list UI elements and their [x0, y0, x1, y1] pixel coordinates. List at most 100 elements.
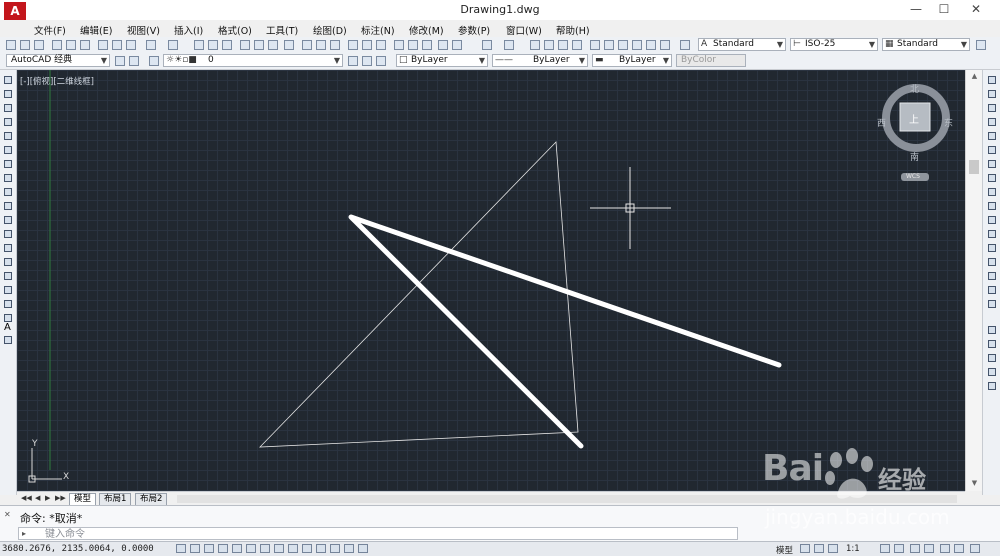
isolate-objects-icon[interactable]: [954, 544, 964, 553]
arc-icon[interactable]: [4, 146, 12, 154]
lineweight-select[interactable]: ▬ ByLayer ▼: [592, 54, 672, 67]
ellipse-arc-icon[interactable]: [4, 216, 12, 224]
ellipse-icon[interactable]: [4, 202, 12, 210]
move-icon[interactable]: [988, 146, 996, 154]
scroll-thumb[interactable]: [969, 160, 979, 174]
block-editor-icon[interactable]: [452, 40, 462, 50]
send-under-icon[interactable]: [988, 382, 996, 390]
rectangle-icon[interactable]: [4, 132, 12, 140]
menu-draw[interactable]: 绘图(D): [313, 23, 347, 37]
construction-line-icon[interactable]: [4, 90, 12, 98]
calculator-icon[interactable]: [660, 40, 670, 50]
tool-palettes-icon-2[interactable]: [618, 40, 628, 50]
stretch-icon[interactable]: [988, 188, 996, 196]
new-icon-2[interactable]: [302, 40, 312, 50]
join-icon[interactable]: [988, 258, 996, 266]
command-prompt-icon[interactable]: ▸: [22, 529, 26, 538]
customize-icon[interactable]: [129, 56, 139, 66]
selection-cycling-icon[interactable]: [358, 544, 368, 553]
annotation-scale-icon[interactable]: [828, 544, 838, 553]
snap-mode-icon[interactable]: [190, 544, 200, 553]
viewcube-north-label[interactable]: 北: [910, 82, 919, 95]
region-icon[interactable]: [4, 300, 12, 308]
quick-view-layouts-icon[interactable]: [800, 544, 810, 553]
object-snap-icon[interactable]: [246, 544, 256, 553]
preview-icon-2[interactable]: [362, 40, 372, 50]
transparency-icon[interactable]: [330, 544, 340, 553]
properties-icon-2[interactable]: [590, 40, 600, 50]
polygon-icon[interactable]: [4, 118, 12, 126]
dim-style-select[interactable]: ⊢ ISO-25 ▼: [790, 38, 878, 51]
fillet-icon[interactable]: [988, 286, 996, 294]
preview-icon[interactable]: [66, 40, 76, 50]
maximize-icon[interactable]: ☐: [930, 1, 958, 17]
point-icon[interactable]: [4, 258, 12, 266]
draw-order-icon[interactable]: [988, 326, 996, 334]
table-icon[interactable]: [4, 314, 12, 322]
hatch-icon[interactable]: [4, 272, 12, 280]
sheet-set-icon[interactable]: [632, 40, 642, 50]
add-selected-icon[interactable]: [4, 336, 12, 344]
mirror-icon[interactable]: [988, 104, 996, 112]
extend-icon[interactable]: [988, 216, 996, 224]
save-icon[interactable]: [34, 40, 44, 50]
menu-parametric[interactable]: 参数(P): [458, 23, 490, 37]
cut-icon[interactable]: [98, 40, 108, 50]
drawing-canvas[interactable]: [-][俯视][二维线框] 北 南 东 西 上 WCS Y X: [17, 70, 965, 491]
print-icon-2[interactable]: [348, 40, 358, 50]
menu-help[interactable]: 帮助(H): [556, 23, 590, 37]
zoom-previous-icon-2[interactable]: [572, 40, 582, 50]
bring-front-icon[interactable]: [988, 340, 996, 348]
offset-icon[interactable]: [988, 118, 996, 126]
redo-icon-2[interactable]: [504, 40, 514, 50]
ortho-mode-icon[interactable]: [218, 544, 228, 553]
quick-view-drawings-icon[interactable]: [814, 544, 824, 553]
break-icon[interactable]: [988, 244, 996, 252]
vertical-scrollbar[interactable]: ▲ ▼: [965, 70, 983, 491]
copy-icon[interactable]: [112, 40, 122, 50]
zoom-realtime-icon[interactable]: [544, 40, 554, 50]
prev-tab-icon[interactable]: ◀: [35, 494, 40, 502]
gradient-icon[interactable]: [4, 286, 12, 294]
send-back-icon[interactable]: [988, 354, 996, 362]
workspace-settings-icon[interactable]: [115, 56, 125, 66]
undo-icon-2[interactable]: [482, 40, 492, 50]
quick-properties-icon[interactable]: [344, 544, 354, 553]
menu-insert[interactable]: 插入(I): [174, 23, 203, 37]
dynamic-ucs-icon[interactable]: [288, 544, 298, 553]
menu-window[interactable]: 窗口(W): [506, 23, 542, 37]
zoom-icon[interactable]: [208, 40, 218, 50]
save-icon-2[interactable]: [330, 40, 340, 50]
erase-icon[interactable]: [988, 76, 996, 84]
menu-dimension[interactable]: 标注(N): [361, 23, 395, 37]
lock-icon[interactable]: [924, 544, 934, 553]
tool-palettes-icon[interactable]: [268, 40, 278, 50]
clean-screen-icon[interactable]: [970, 544, 980, 553]
next-tab-icon[interactable]: ▶: [45, 494, 50, 502]
viewcube-south-label[interactable]: 南: [910, 150, 919, 163]
workspace-switching-icon[interactable]: [910, 544, 920, 553]
workspace-select[interactable]: AutoCAD 经典 ▼: [6, 54, 110, 67]
infer-constraints-icon[interactable]: [176, 544, 186, 553]
insert-block-icon[interactable]: [4, 230, 12, 238]
circle-icon[interactable]: [4, 160, 12, 168]
menu-edit[interactable]: 编辑(E): [80, 23, 112, 37]
help-icon[interactable]: [284, 40, 294, 50]
match-properties-icon[interactable]: [438, 40, 448, 50]
annotation-scale[interactable]: 1:1: [846, 544, 860, 554]
properties-icon[interactable]: [240, 40, 250, 50]
layer-manager-icon[interactable]: [149, 56, 159, 66]
scroll-up-icon[interactable]: ▲: [966, 72, 983, 80]
paste-icon[interactable]: [126, 40, 136, 50]
viewcube-top-face[interactable]: 上: [909, 111, 919, 126]
polyline-icon[interactable]: [4, 104, 12, 112]
first-tab-icon[interactable]: ◀◀: [21, 494, 32, 502]
help-icon-2[interactable]: [680, 40, 690, 50]
chamfer-icon[interactable]: [988, 272, 996, 280]
make-current-layer-icon[interactable]: [348, 56, 358, 66]
model-space-toggle[interactable]: 模型: [776, 544, 793, 556]
paste-icon-2[interactable]: [422, 40, 432, 50]
multileader-style-icon[interactable]: [976, 40, 986, 50]
redo-icon[interactable]: [168, 40, 178, 50]
grid-display-icon[interactable]: [204, 544, 214, 553]
